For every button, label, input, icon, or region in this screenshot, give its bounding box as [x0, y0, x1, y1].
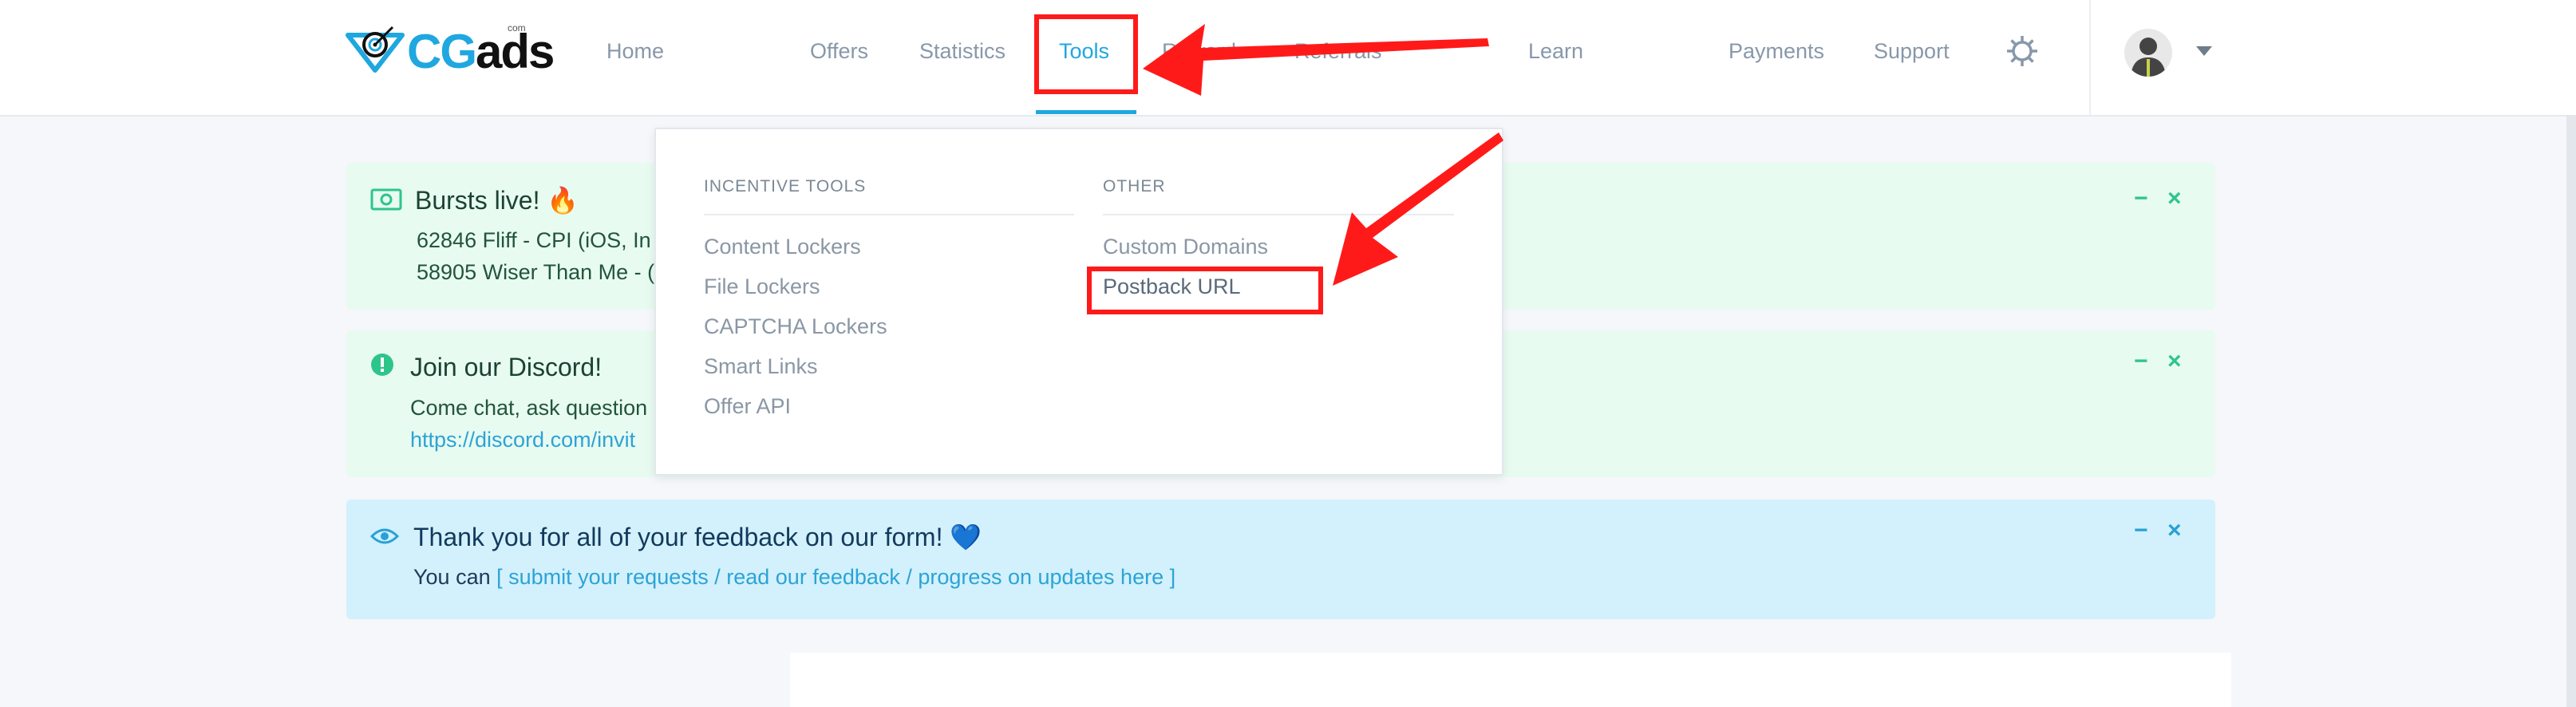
arrow-to-tools-icon — [1143, 24, 1489, 96]
annotation-arrows — [1143, 24, 1503, 286]
arrow-to-postback-icon — [1333, 132, 1503, 286]
